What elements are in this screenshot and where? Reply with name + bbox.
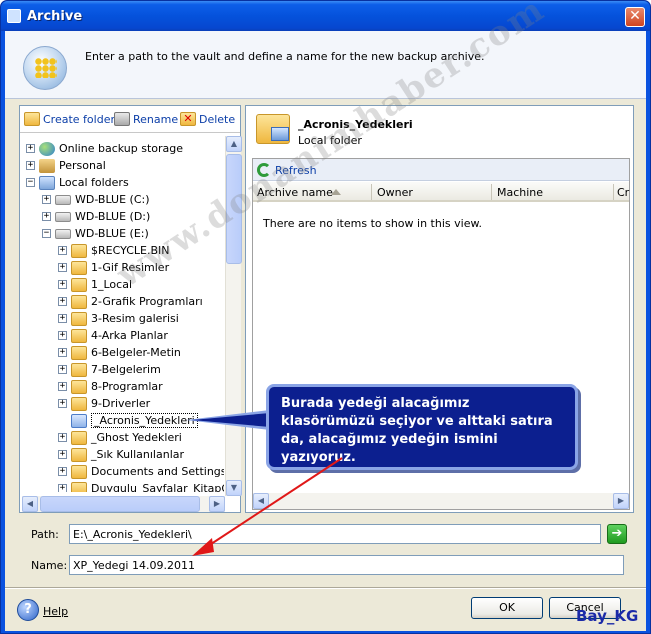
red-arrow-icon <box>192 457 343 556</box>
author-signature: Bay_KG <box>576 607 639 625</box>
